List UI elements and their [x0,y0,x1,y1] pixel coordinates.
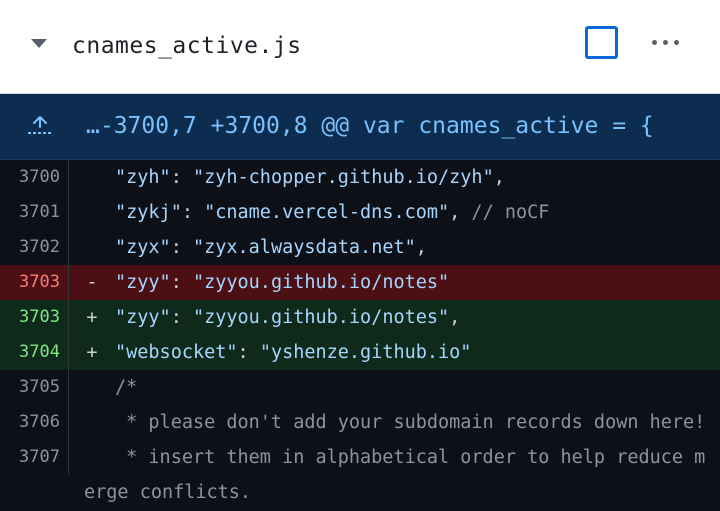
diff-marker [69,405,115,440]
diff-marker [69,160,115,195]
object-value: "cname.vercel-dns.com" [204,202,450,223]
trailing-comma: , [449,202,461,223]
inline-comment: // noCF [460,202,550,223]
line-number[interactable]: 3707 [0,440,69,475]
code-content: "zyy": "zyyou.github.io/notes", [115,307,461,328]
object-value: "yshenze.github.io" [259,342,472,363]
diff-line-context[interactable]: 3706 * please don't add your subdomain r… [0,405,720,440]
file-name[interactable]: cnames_active.js [72,30,302,62]
diff-line-context[interactable]: 3705 /* [0,370,720,405]
wrapped-continuation: erge conflicts. [0,475,720,510]
code-content: "websocket": "yshenze.github.io" [115,342,472,363]
object-value: "zyyou.github.io/notes" [192,272,450,293]
object-value: "zyx.alwaysdata.net" [192,237,416,258]
line-number[interactable]: 3706 [0,405,69,440]
code-comment: /* [115,377,138,398]
object-value: "zyyou.github.io/notes" [192,307,450,328]
line-number[interactable]: 3700 [0,160,69,195]
line-number[interactable]: 3705 [0,370,69,405]
object-key: "websocket" [115,342,238,363]
trailing-comma: , [493,167,505,188]
object-key: "zyy" [115,272,171,293]
code-content: "zyx": "zyx.alwaysdata.net", [115,237,427,258]
line-number[interactable]: 3703 [0,265,69,300]
file-header: cnames_active.js [0,0,720,94]
object-key: "zyh" [115,167,171,188]
diff-body: 3700 "zyh": "zyh-chopper.github.io/zyh", 3… [0,160,720,510]
object-key: "zyy" [115,307,171,328]
trailing-comma: , [415,237,427,258]
diff-line-context[interactable]: 3702 "zyx": "zyx.alwaysdata.net", [0,230,720,265]
diff-marker: + [86,342,98,363]
diff-marker [69,230,115,265]
diff-marker [69,195,115,230]
diff-line-addition[interactable]: 3703 + "zyy": "zyyou.github.io/notes", [0,300,720,335]
code-content: "zyh": "zyh-chopper.github.io/zyh", [115,167,505,188]
line-number[interactable]: 3703 [0,300,69,335]
code-comment: * please don't add your subdomain record… [115,412,706,433]
expand-up-icon[interactable] [26,114,54,138]
hunk-header-text: …-3700,7 +3700,8 @@ var cnames_active = … [86,113,654,139]
diff-line-context[interactable]: 3707 * insert them in alphabetical order… [0,440,720,475]
diff-marker: - [86,272,98,293]
diff-marker [69,370,115,405]
diff-marker: + [86,307,98,328]
diff-line-deletion[interactable]: 3703- "zyy": "zyyou.github.io/notes" [0,265,720,300]
hunk-header: …-3700,7 +3700,8 @@ var cnames_active = … [0,94,720,160]
kebab-horizontal-icon[interactable] [652,40,679,45]
object-value: "zyh-chopper.github.io/zyh" [192,167,494,188]
diff-line-context[interactable]: 3701 "zykj": "cname.vercel-dns.com", // n… [0,195,720,230]
viewed-checkbox[interactable] [585,26,618,59]
line-number[interactable]: 3702 [0,230,69,265]
diff-marker [69,440,115,475]
trailing-comma: , [449,307,461,328]
chevron-down-icon[interactable] [31,39,47,48]
object-key: "zyx" [115,237,171,258]
diff-line-context[interactable]: 3700 "zyh": "zyh-chopper.github.io/zyh", [0,160,720,195]
code-content: "zykj": "cname.vercel-dns.com", // noCF [115,202,550,223]
line-number[interactable]: 3704 [0,335,69,370]
code-content: "zyy": "zyyou.github.io/notes" [115,272,450,293]
line-number[interactable]: 3701 [0,195,69,230]
code-comment: * insert them in alphabetical order to h… [115,447,706,468]
object-key: "zykj" [115,202,182,223]
diff-line-addition[interactable]: 3704 + "websocket": "yshenze.github.io" [0,335,720,370]
